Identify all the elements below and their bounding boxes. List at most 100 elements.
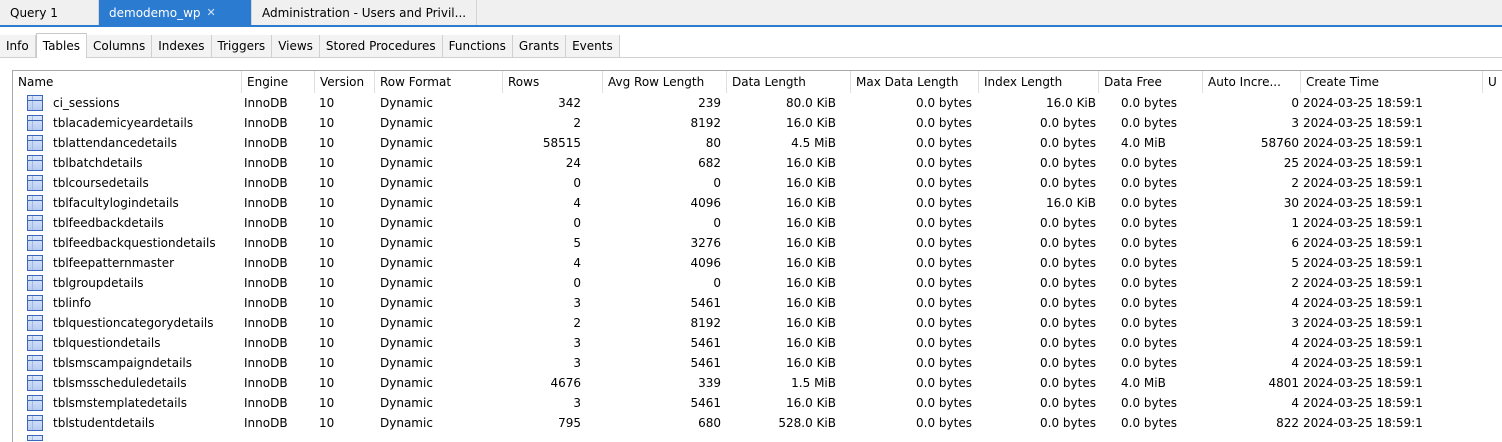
table-row[interactable]: tblsmstemplatedetails InnoDB 10 Dynamic 3 546…: [13, 393, 1502, 413]
column-header[interactable]: Version: [315, 71, 375, 93]
table-cell: 1.5 MiB: [791, 376, 836, 390]
tab-indexes[interactable]: Indexes: [152, 35, 212, 57]
table-row[interactable]: tblinfo InnoDB 10 Dynamic 3 5461 16.0 KiB 0.0 b…: [13, 293, 1502, 313]
table-row[interactable]: tblstudentdetails InnoDB 10 Dynamic 795 680 52…: [13, 413, 1502, 433]
table-row[interactable]: tblfeedbackquestiondetails InnoDB 10 Dynami…: [13, 233, 1502, 253]
table-cell: 30: [1283, 196, 1299, 210]
table-row[interactable]: tblquestiondetails InnoDB 10 Dynamic 3 5461 16…: [13, 333, 1502, 353]
table-row[interactable]: tblattendancedetails InnoDB 10 Dynamic 58515…: [13, 133, 1502, 153]
table-row[interactable]: tblsmscampaigndetails InnoDB 10 Dynamic 3 546…: [13, 353, 1502, 373]
table-icon: [27, 315, 43, 331]
tab-triggers[interactable]: Triggers: [211, 35, 273, 57]
table-cell: tblfacultylogindetails: [53, 196, 179, 210]
table-row[interactable]: tblfeedbackdetails InnoDB 10 Dynamic 0 0 16.0 …: [13, 213, 1502, 233]
table-cell: 2024-03-25 18:59:16: [1303, 156, 1423, 170]
tab-info[interactable]: Info: [0, 35, 36, 57]
column-header[interactable]: Name: [13, 71, 242, 93]
table-cell: 0.0 bytes: [1040, 276, 1096, 290]
tab-events[interactable]: Events: [566, 35, 620, 57]
table-row[interactable]: tblquestioncategorydetails InnoDB 10 Dynami…: [13, 313, 1502, 333]
table-cell: 16.0 KiB: [786, 196, 836, 210]
table-cell: 0: [573, 276, 581, 290]
table-icon: [27, 255, 43, 271]
table-cell: 2024-03-25 18:59:17: [1303, 416, 1423, 430]
table-cell: 2: [573, 316, 581, 330]
column-header[interactable]: Engine: [242, 71, 315, 93]
tab-grants[interactable]: Grants: [512, 35, 567, 57]
tab-stored-procedures[interactable]: Stored Procedures: [319, 35, 443, 57]
column-header[interactable]: U: [1483, 71, 1502, 93]
tab-tables[interactable]: Tables: [35, 33, 88, 58]
table-cell: 4676: [550, 376, 581, 390]
table-icon: [27, 335, 43, 351]
doc-tab-2[interactable]: Administration - Users and Privil...: [252, 0, 478, 25]
table-cell: 2024-03-25 18:59:17: [1303, 376, 1423, 390]
doc-tab-1[interactable]: demodemo_wp ✕: [99, 0, 252, 25]
tab-functions[interactable]: Functions: [442, 35, 513, 57]
column-header[interactable]: Row Format: [375, 71, 503, 93]
table-cell: 2024-03-25 18:59:16: [1303, 216, 1423, 230]
table-cell: 3: [573, 356, 581, 370]
table-row[interactable]: tblbatchdetails InnoDB 10 Dynamic 24 682 16.0 …: [13, 153, 1502, 173]
table-row[interactable]: tblgroupdetails InnoDB 10 Dynamic 0 0 16.0 KiB…: [13, 273, 1502, 293]
table-cell: 0.0 bytes: [1040, 156, 1096, 170]
table-row[interactable]: tblcoursedetails InnoDB 10 Dynamic 0 0 16.0 Ki…: [13, 173, 1502, 193]
table-cell: 8192: [690, 116, 721, 130]
table-cell: 5461: [690, 356, 721, 370]
table-icon: [27, 275, 43, 291]
table-cell: 16.0 KiB: [786, 236, 836, 250]
table-row[interactable]: tblfacultylogindetails InnoDB 10 Dynamic 4 40…: [13, 193, 1502, 213]
table-cell: 16.0 KiB: [786, 116, 836, 130]
table-cell: 16.0 KiB: [786, 336, 836, 350]
table-cell: 342: [558, 96, 581, 110]
column-header[interactable]: Auto Incre...: [1203, 71, 1301, 93]
table-cell: 0.0 bytes: [1040, 216, 1096, 230]
table-cell: tblquestioncategorydetails: [53, 316, 214, 330]
close-icon[interactable]: ✕: [207, 6, 216, 19]
column-header[interactable]: Avg Row Length: [603, 71, 727, 93]
table-cell: tblgroupdetails: [53, 276, 144, 290]
table-cell: 2024-03-25 18:59:16: [1303, 136, 1423, 150]
tab-columns[interactable]: Columns: [87, 35, 153, 57]
doc-tab-0[interactable]: Query 1: [0, 0, 99, 25]
table-cell: 2024-03-25 18:59:17: [1303, 356, 1423, 370]
table-row[interactable]: tblsmsscheduledetails InnoDB 10 Dynamic 4676…: [13, 373, 1502, 393]
column-header[interactable]: Rows: [503, 71, 603, 93]
table-row[interactable]: ci_sessions InnoDB 10 Dynamic 342 239 80.0 KiB…: [13, 93, 1502, 113]
table-icon: [27, 395, 43, 411]
table-cell: tblsmstemplatedetails: [53, 396, 187, 410]
table-cell: 0: [713, 176, 721, 190]
table-cell: 80: [705, 136, 721, 150]
table-icon: [27, 375, 43, 391]
table-cell: 6: [1291, 236, 1299, 250]
table-cell: 0.0 bytes: [1040, 256, 1096, 270]
table-cell: 2024-03-25 18:59:16: [1303, 116, 1423, 130]
table-row[interactable]: tblacademicyeardetails InnoDB 10 Dynamic 2 81…: [13, 113, 1502, 133]
column-header[interactable]: Create Time: [1301, 71, 1483, 93]
tab-views[interactable]: Views: [272, 35, 320, 57]
table-cell: 0: [573, 176, 581, 190]
table-cell: 2024-03-25 18:59:17: [1303, 396, 1423, 410]
table-cell: tblcoursedetails: [53, 176, 149, 190]
table-cell: tblfeepatternmaster: [53, 256, 175, 270]
table-cell: 0: [1291, 96, 1299, 110]
doc-tab-label: demodemo_wp: [109, 5, 201, 20]
table-cell: 2024-03-25 18:59:17: [1303, 316, 1423, 330]
table-cell: 16.0 KiB: [786, 356, 836, 370]
column-header[interactable]: Max Data Length: [851, 71, 979, 93]
table-icon: [27, 135, 43, 151]
table-row[interactable]: tblfeepatternmaster InnoDB 10 Dynamic 4 4096 1…: [13, 253, 1502, 273]
table-cell: 0.0 bytes: [1040, 356, 1096, 370]
table-cell: 4096: [690, 196, 721, 210]
column-header[interactable]: Data Free: [1099, 71, 1203, 93]
table-cell: 680: [698, 416, 721, 430]
table-cell: 2024-03-25 18:59:16: [1303, 196, 1423, 210]
table-cell: 0.0 bytes: [1040, 376, 1096, 390]
table-cell: tblfeedbackquestiondetails: [53, 236, 216, 250]
table-cell: tblquestiondetails: [53, 336, 161, 350]
tables-grid[interactable]: Name Engine Version Row Format Rows Avg Row L…: [12, 70, 1502, 442]
table-cell: 16.0 KiB: [786, 396, 836, 410]
column-header[interactable]: Index Length: [979, 71, 1099, 93]
table-cell: 3: [573, 336, 581, 350]
column-header[interactable]: Data Length: [727, 71, 851, 93]
